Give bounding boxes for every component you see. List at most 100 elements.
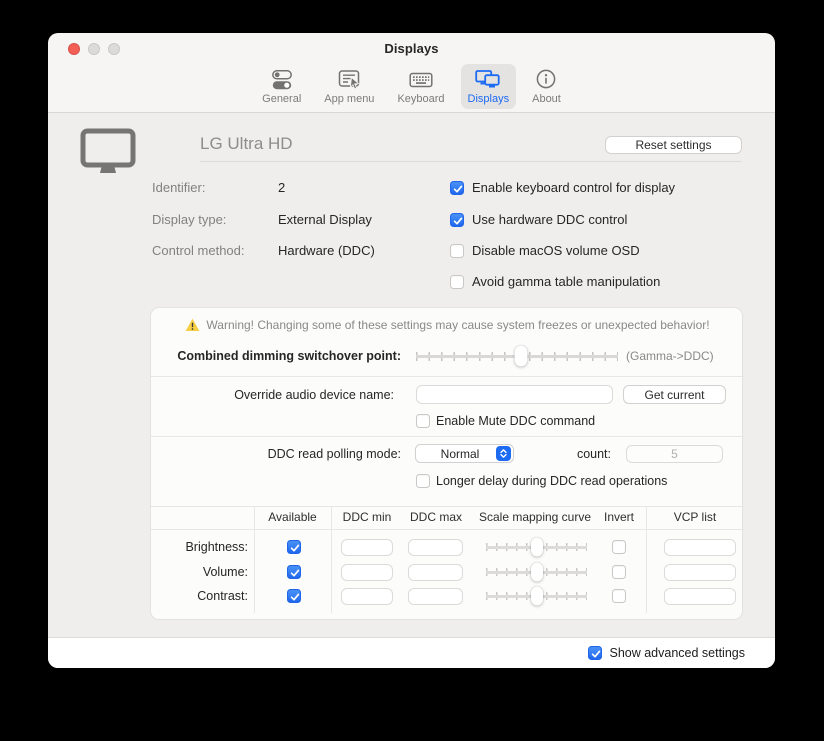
warning-text: Warning! Changing some of these settings…	[206, 318, 709, 332]
mute-ddc-label: Enable Mute DDC command	[436, 414, 595, 428]
identifier-value: 2	[278, 180, 285, 196]
option-disable-osd: Disable macOS volume OSD	[450, 243, 640, 259]
tab-label: Displays	[468, 93, 510, 106]
brightness-curve-slider[interactable]	[486, 537, 587, 557]
warning-row: Warning! Changing some of these settings…	[151, 318, 744, 332]
divider	[331, 506, 332, 613]
polling-mode-dropdown[interactable]: Normal	[415, 444, 514, 463]
footer-bar: Show advanced settings	[48, 637, 775, 668]
brightness-invert-checkbox[interactable]	[612, 540, 626, 554]
desktop-background: Displays General	[0, 0, 824, 741]
avoid-gamma-checkbox[interactable]	[450, 275, 464, 289]
stepper-icon	[496, 446, 511, 461]
divider	[151, 436, 744, 437]
tab-label: App menu	[324, 93, 374, 106]
audio-name-label: Override audio device name:	[151, 387, 394, 403]
minimize-button[interactable]	[88, 43, 100, 55]
divider	[151, 506, 744, 507]
longer-delay-checkbox[interactable]	[416, 474, 430, 488]
toolbar: General App menu	[48, 64, 775, 113]
col-header-invert: Invert	[599, 510, 639, 525]
contrast-row-label: Contrast:	[151, 588, 248, 604]
warning-icon	[185, 318, 200, 332]
contrast-curve-slider[interactable]	[486, 586, 587, 606]
titlebar: Displays	[48, 33, 775, 64]
keyboard-control-checkbox[interactable]	[450, 181, 464, 195]
display-type-label: Display type:	[152, 212, 272, 228]
option-label: Enable keyboard control for display	[472, 180, 675, 196]
count-field[interactable]: 5	[626, 445, 723, 463]
tab-app-menu[interactable]: App menu	[317, 64, 381, 109]
volume-ddc-min-input[interactable]	[341, 564, 393, 581]
disable-osd-checkbox[interactable]	[450, 244, 464, 258]
tab-about[interactable]: About	[525, 64, 568, 109]
volume-curve-slider[interactable]	[486, 562, 587, 582]
slider-thumb[interactable]	[531, 538, 543, 557]
tab-label: About	[532, 93, 561, 106]
contrast-available-checkbox[interactable]	[287, 589, 301, 603]
close-button[interactable]	[68, 43, 80, 55]
window-title: Displays	[384, 41, 438, 56]
control-method-label: Control method:	[152, 243, 272, 259]
keyboard-icon	[407, 68, 435, 92]
hardware-ddc-checkbox[interactable]	[450, 213, 464, 227]
app-menu-icon	[335, 68, 363, 92]
contrast-vcp-input[interactable]	[664, 588, 736, 605]
contrast-invert-checkbox[interactable]	[612, 589, 626, 603]
zoom-button[interactable]	[108, 43, 120, 55]
toggles-icon	[268, 68, 296, 92]
monitor-icon	[78, 127, 138, 180]
dimming-suffix: (Gamma->DDC)	[626, 348, 714, 364]
display-name: LG Ultra HD	[200, 134, 293, 154]
volume-ddc-max-input[interactable]	[408, 564, 463, 581]
tab-displays[interactable]: Displays	[461, 64, 517, 109]
longer-delay-label: Longer delay during DDC read operations	[436, 474, 667, 488]
divider	[151, 376, 744, 377]
brightness-vcp-input[interactable]	[664, 539, 736, 556]
displays-icon	[474, 68, 502, 92]
mute-option-row: Enable Mute DDC command	[416, 414, 595, 428]
info-icon	[532, 68, 560, 92]
polling-mode-value: Normal	[424, 447, 496, 461]
volume-vcp-input[interactable]	[664, 564, 736, 581]
col-header-ddc-min: DDC min	[337, 510, 397, 525]
audio-name-input[interactable]	[416, 385, 613, 404]
brightness-ddc-max-input[interactable]	[408, 539, 463, 556]
option-label: Avoid gamma table manipulation	[472, 274, 660, 290]
slider-thumb[interactable]	[531, 563, 543, 582]
contrast-ddc-min-input[interactable]	[341, 588, 393, 605]
divider	[151, 529, 744, 530]
col-header-vcp: VCP list	[646, 510, 744, 525]
col-header-curve: Scale mapping curve	[471, 510, 599, 525]
displays-window: Displays General	[48, 33, 775, 668]
brightness-available-checkbox[interactable]	[287, 540, 301, 554]
tab-general[interactable]: General	[255, 64, 308, 109]
slider-thumb[interactable]	[531, 587, 543, 606]
tab-label: General	[262, 93, 301, 106]
identifier-label: Identifier:	[152, 180, 272, 196]
tab-label: Keyboard	[397, 93, 444, 106]
get-current-button[interactable]: Get current	[623, 385, 726, 404]
volume-invert-checkbox[interactable]	[612, 565, 626, 579]
display-settings-pane: LG Ultra HD Reset settings Identifier: 2…	[48, 113, 775, 637]
col-header-ddc-max: DDC max	[406, 510, 466, 525]
delay-option-row: Longer delay during DDC read operations	[416, 474, 667, 488]
brightness-ddc-min-input[interactable]	[341, 539, 393, 556]
control-method-value: Hardware (DDC)	[278, 243, 375, 259]
divider	[200, 161, 742, 162]
option-label: Use hardware DDC control	[472, 212, 627, 228]
option-avoid-gamma: Avoid gamma table manipulation	[450, 274, 660, 290]
show-advanced-checkbox[interactable]	[588, 646, 602, 660]
tab-keyboard[interactable]: Keyboard	[390, 64, 451, 109]
reset-settings-button[interactable]: Reset settings	[605, 136, 742, 154]
volume-row-label: Volume:	[151, 564, 248, 580]
slider-thumb[interactable]	[515, 346, 528, 367]
volume-available-checkbox[interactable]	[287, 565, 301, 579]
option-label: Disable macOS volume OSD	[472, 243, 640, 259]
mute-ddc-checkbox[interactable]	[416, 414, 430, 428]
dimming-switchover-slider[interactable]	[416, 345, 618, 367]
option-hardware-ddc: Use hardware DDC control	[450, 212, 627, 228]
traffic-lights	[68, 33, 120, 64]
option-keyboard-control: Enable keyboard control for display	[450, 180, 675, 196]
contrast-ddc-max-input[interactable]	[408, 588, 463, 605]
